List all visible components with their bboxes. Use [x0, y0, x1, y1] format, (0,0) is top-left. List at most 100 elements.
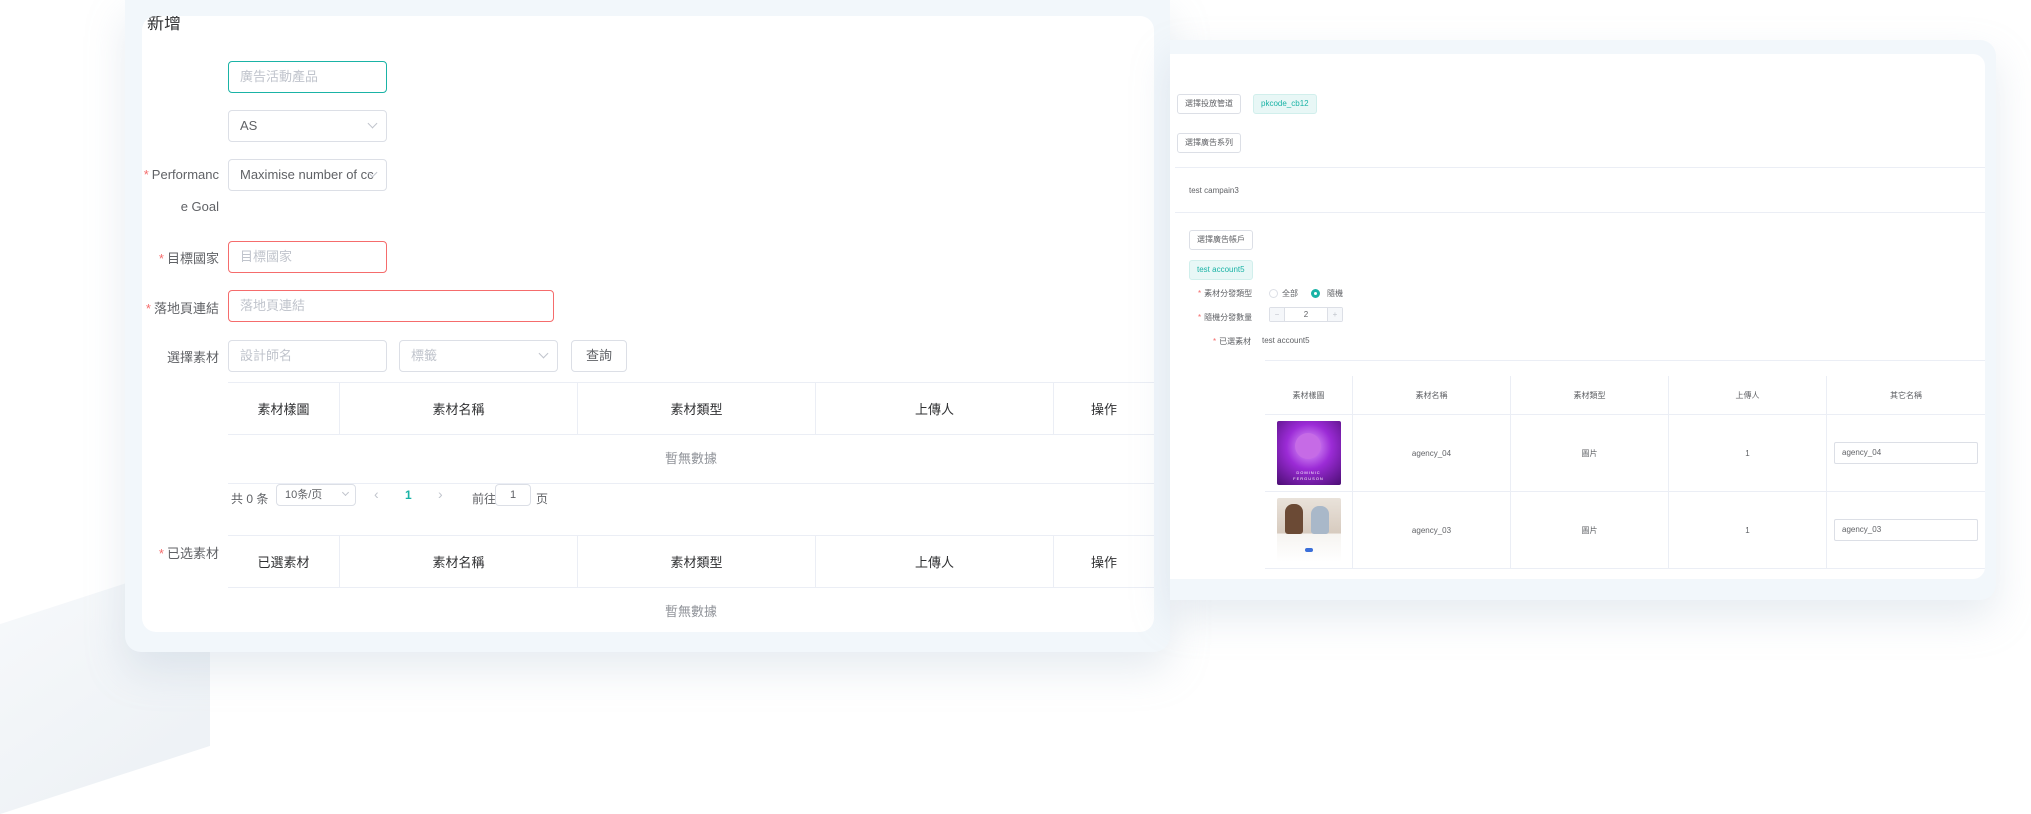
col-header-preview: 素材樣圖	[1265, 376, 1353, 414]
empty-state: 暫無數據	[228, 588, 1154, 632]
col-header-preview: 素材樣圖	[228, 383, 340, 434]
col-header-type: 素材類型	[1511, 376, 1669, 414]
alias-input[interactable]: agency_03	[1834, 519, 1978, 541]
type-value: AS	[240, 118, 258, 133]
select-series-button[interactable]: 選擇廣告系列	[1177, 133, 1241, 153]
radio-all[interactable]	[1269, 289, 1278, 298]
logo-mark	[1304, 548, 1313, 552]
select-channel-button[interactable]: 選擇投放管道	[1177, 94, 1241, 114]
selected-material-value: test account5	[1262, 336, 1310, 345]
col-header-name: 素材名稱	[340, 536, 578, 587]
country-input[interactable]: 目標國家	[228, 241, 387, 273]
chevron-down-icon	[538, 348, 549, 359]
select-account-button[interactable]: 選擇廣告帳戶	[1189, 230, 1253, 250]
material-type: 圖片	[1511, 415, 1669, 491]
col-header-type: 素材類型	[578, 383, 816, 434]
random-count-stepper[interactable]: − 2 +	[1269, 307, 1343, 322]
tag-select[interactable]: 標籤	[399, 340, 558, 372]
country-label: * 目標國家	[158, 251, 219, 266]
type-select[interactable]: AS	[228, 110, 387, 142]
random-count-value: 2	[1303, 310, 1309, 319]
uploader: 1	[1669, 492, 1827, 568]
selected-material-table: 已選素材 素材名稱 素材類型 上傳人 操作 暫無數據	[228, 535, 1154, 632]
create-form-panel: 新增 名稱 廣告活動產品 類型 AS *Performanc e Goal Ma…	[142, 16, 1154, 632]
preview-cell: DOMINIC FERGUSON	[1265, 415, 1353, 491]
table-row: DOMINIC FERGUSON agency_04 圖片 1 agency_0…	[1265, 415, 1985, 492]
next-page-icon[interactable]: ›	[438, 486, 443, 502]
goal-value: Maximise number of cc	[240, 167, 374, 182]
designer-input[interactable]: 設計師名	[228, 340, 387, 372]
col-header-name: 素材名稱	[1353, 376, 1511, 414]
minus-icon[interactable]: −	[1270, 308, 1285, 321]
radio-all-label: 全部	[1282, 289, 1298, 298]
radio-random[interactable]	[1311, 289, 1320, 298]
portrait-shape	[1294, 433, 1321, 459]
selected-table-header: 已選素材 素材名稱 素材類型 上傳人 操作	[228, 536, 1154, 588]
person-shape	[1310, 506, 1329, 534]
col-header-action: 操作	[1090, 402, 1117, 417]
preview-card: 選擇投放管道 pkcode_cb12 選擇廣告系列 test campain3 …	[1170, 40, 1996, 600]
chevron-down-icon	[341, 488, 350, 497]
table-header: 素材樣圖 素材名稱 素材類型 上傳人 其它名稱	[1265, 376, 1985, 415]
landing-label: * 落地頁連結	[145, 301, 219, 316]
col-header-action: 操作	[1090, 555, 1117, 570]
goto-suffix: 页	[536, 492, 549, 506]
goal-label: * Performanc	[143, 167, 219, 182]
alias-input[interactable]: agency_04	[1834, 442, 1978, 464]
thumb-caption-2: FERGUSON	[1293, 476, 1324, 481]
thumb-caption-1: DOMINIC	[1296, 470, 1321, 475]
preview-cell	[1265, 492, 1353, 568]
col-header-name: 素材名稱	[340, 383, 578, 434]
name-input[interactable]: 廣告活動產品	[228, 61, 387, 93]
account-tag: test account5	[1189, 260, 1253, 280]
col-header-uploader: 上傳人	[816, 383, 1054, 434]
chevron-down-icon	[367, 118, 378, 129]
channel-tag: pkcode_cb12	[1253, 94, 1317, 114]
goal-label-line2: e Goal	[180, 199, 219, 214]
campaign-name: test campain3	[1189, 186, 1239, 195]
goto-label: 前往	[472, 492, 497, 506]
table-row: agency_03 圖片 1 agency_03	[1265, 492, 1985, 569]
distribution-type-label: * 素材分發類型	[1198, 289, 1253, 298]
material-name: agency_04	[1353, 415, 1511, 491]
total-count: 共 0 条	[231, 492, 269, 506]
material-type: 圖片	[1511, 492, 1669, 568]
material-thumbnail[interactable]	[1276, 498, 1341, 562]
selected-materials-table: 素材樣圖 素材名稱 素材類型 上傳人 其它名稱 DOMINIC FERGUSON…	[1265, 376, 1985, 569]
divider	[1175, 167, 1985, 168]
goto-page-input[interactable]: 1	[495, 484, 531, 506]
material-table-header: 素材樣圖 素材名稱 素材類型 上傳人 操作	[228, 383, 1154, 435]
query-button[interactable]: 查詢	[571, 340, 627, 372]
col-header-selected: 已選素材	[228, 536, 340, 587]
selected-material-label: * 已選素材	[1213, 337, 1252, 346]
page-size-value: 10条/页	[285, 489, 323, 501]
tag-placeholder: 標籤	[411, 348, 438, 363]
form-title: 新增	[147, 16, 181, 33]
page-size-select[interactable]: 10条/页	[276, 484, 356, 506]
create-form-card: 新增 名稱 廣告活動產品 類型 AS *Performanc e Goal Ma…	[125, 0, 1170, 652]
material-thumbnail[interactable]: DOMINIC FERGUSON	[1276, 421, 1341, 485]
material-table: 素材樣圖 素材名稱 素材類型 上傳人 操作 暫無數據	[228, 382, 1154, 484]
col-header-type: 素材類型	[578, 536, 816, 587]
col-header-alias: 其它名稱	[1890, 390, 1922, 400]
alias-cell: agency_04	[1827, 415, 1985, 491]
page-1[interactable]: 1	[405, 488, 412, 502]
goal-select[interactable]: Maximise number of cc	[228, 159, 387, 191]
plus-icon[interactable]: +	[1327, 308, 1342, 321]
preview-panel: 選擇投放管道 pkcode_cb12 選擇廣告系列 test campain3 …	[1170, 54, 1985, 579]
material-name: agency_03	[1353, 492, 1511, 568]
col-header-uploader: 上傳人	[816, 536, 1054, 587]
empty-state: 暫無數據	[228, 435, 1154, 484]
person-shape	[1284, 504, 1303, 534]
uploader: 1	[1669, 415, 1827, 491]
landing-url-input[interactable]: 落地頁連結	[228, 290, 554, 322]
prev-page-icon[interactable]: ‹	[374, 486, 379, 502]
material-label: 選擇素材	[166, 350, 219, 365]
col-header-uploader: 上傳人	[1669, 376, 1827, 414]
random-count-label: * 隨機分發數量	[1198, 313, 1253, 322]
alias-cell: agency_03	[1827, 492, 1985, 568]
divider	[1175, 212, 1985, 213]
selected-material-label: * 已选素材	[158, 546, 219, 561]
radio-random-label: 隨機	[1327, 289, 1343, 298]
divider	[1265, 360, 1985, 361]
